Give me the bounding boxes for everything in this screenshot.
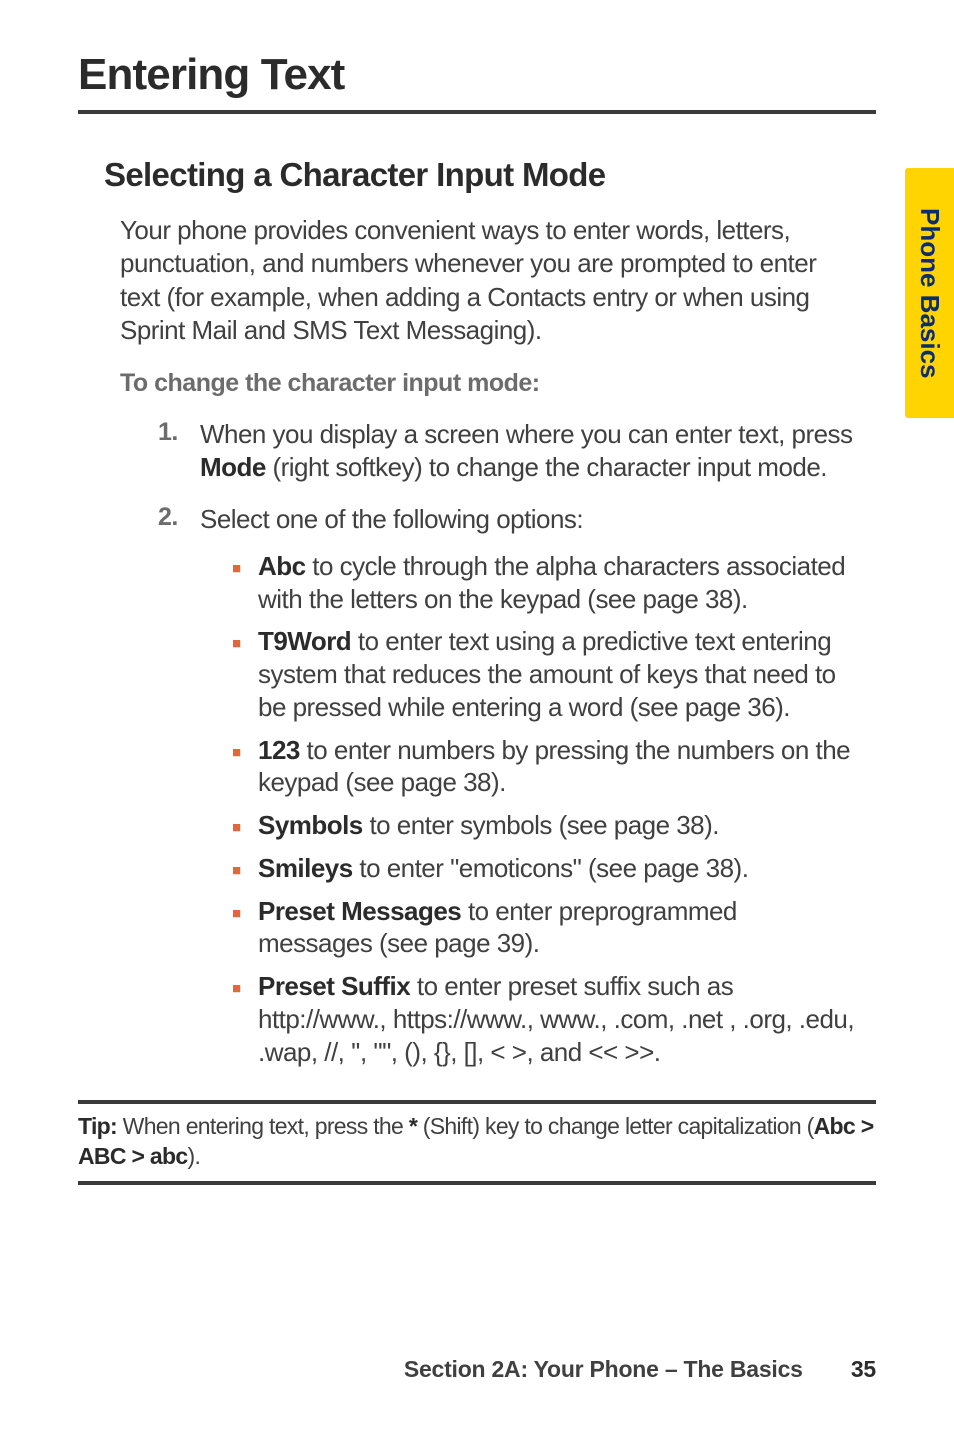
section-heading: Selecting a Character Input Mode [104,156,876,194]
text: Select one of the following options: [200,504,583,534]
tip-label: Tip: [78,1113,117,1139]
step-1: 1. When you display a screen where you c… [158,418,856,485]
bullet-icon: ■ [232,861,244,885]
text: to enter symbols (see page 38). [363,810,719,840]
bullet-icon: ■ [232,743,244,800]
option-text: Symbols to enter symbols (see page 38). [258,809,856,842]
option-name: 123 [258,735,300,765]
option-text: Preset Suffix to enter preset suffix suc… [258,970,856,1068]
text: When entering text, press the [117,1113,409,1139]
page-title: Entering Text [78,50,876,114]
option-name: Preset Suffix [258,971,410,1001]
text: When you display a screen where you can … [200,419,853,449]
text: ). [187,1143,200,1169]
option-text: T9Word to enter text using a predictive … [258,625,856,723]
bullet-icon: ■ [232,904,244,961]
option-text: Abc to cycle through the alpha character… [258,550,856,616]
side-tab: Phone Basics [905,168,954,418]
footer-section: Section 2A: Your Phone – The Basics [404,1356,803,1382]
option-name: Preset Messages [258,896,461,926]
footer-page-number: 35 [851,1356,876,1382]
option-text: Preset Messages to enter preprogrammed m… [258,895,856,961]
option-preset-suffix: ■ Preset Suffix to enter preset suffix s… [232,970,856,1068]
option-text: 123 to enter numbers by pressing the num… [258,734,856,800]
option-name: Abc [258,551,306,581]
option-smileys: ■ Smileys to enter "emoticons" (see page… [232,852,856,885]
bullet-icon: ■ [232,559,244,616]
step-body: Select one of the following options: ■ A… [200,503,856,1079]
step-2: 2. Select one of the following options: … [158,503,856,1079]
text: to enter "emoticons" (see page 38). [353,853,749,883]
step-body: When you display a screen where you can … [200,418,856,485]
bullet-icon: ■ [232,634,244,723]
option-name: Smileys [258,853,353,883]
step-number: 2. [158,503,200,1079]
text: to enter numbers by pressing the numbers… [258,735,850,798]
text: (Shift) key to change letter capitalizat… [417,1113,814,1139]
option-name: Symbols [258,810,363,840]
side-tab-label: Phone Basics [914,208,945,379]
procedure-lead: To change the character input mode: [120,369,876,398]
text: to cycle through the alpha characters as… [258,551,845,614]
tip-callout: Tip: When entering text, press the * (Sh… [78,1100,876,1185]
tip-text: Tip: When entering text, press the * (Sh… [78,1112,876,1171]
option-123: ■ 123 to enter numbers by pressing the n… [232,734,856,800]
options-list: ■ Abc to cycle through the alpha charact… [232,550,856,1069]
option-t9word: ■ T9Word to enter text using a predictiv… [232,625,856,723]
step-number: 1. [158,418,200,485]
bullet-icon: ■ [232,818,244,842]
intro-paragraph: Your phone provides convenient ways to e… [120,214,856,347]
procedure-list: 1. When you display a screen where you c… [158,418,856,1078]
option-abc: ■ Abc to cycle through the alpha charact… [232,550,856,616]
page-footer: Section 2A: Your Phone – The Basics 35 [404,1356,876,1383]
option-name: T9Word [258,626,351,656]
option-text: Smileys to enter "emoticons" (see page 3… [258,852,856,885]
option-preset-messages: ■ Preset Messages to enter preprogrammed… [232,895,856,961]
text: (right softkey) to change the character … [266,452,827,482]
option-symbols: ■ Symbols to enter symbols (see page 38)… [232,809,856,842]
page: Phone Basics Entering Text Selecting a C… [0,0,954,1431]
star-key-icon: * [409,1113,417,1139]
bullet-icon: ■ [232,979,244,1068]
softkey-label: Mode [200,452,266,482]
